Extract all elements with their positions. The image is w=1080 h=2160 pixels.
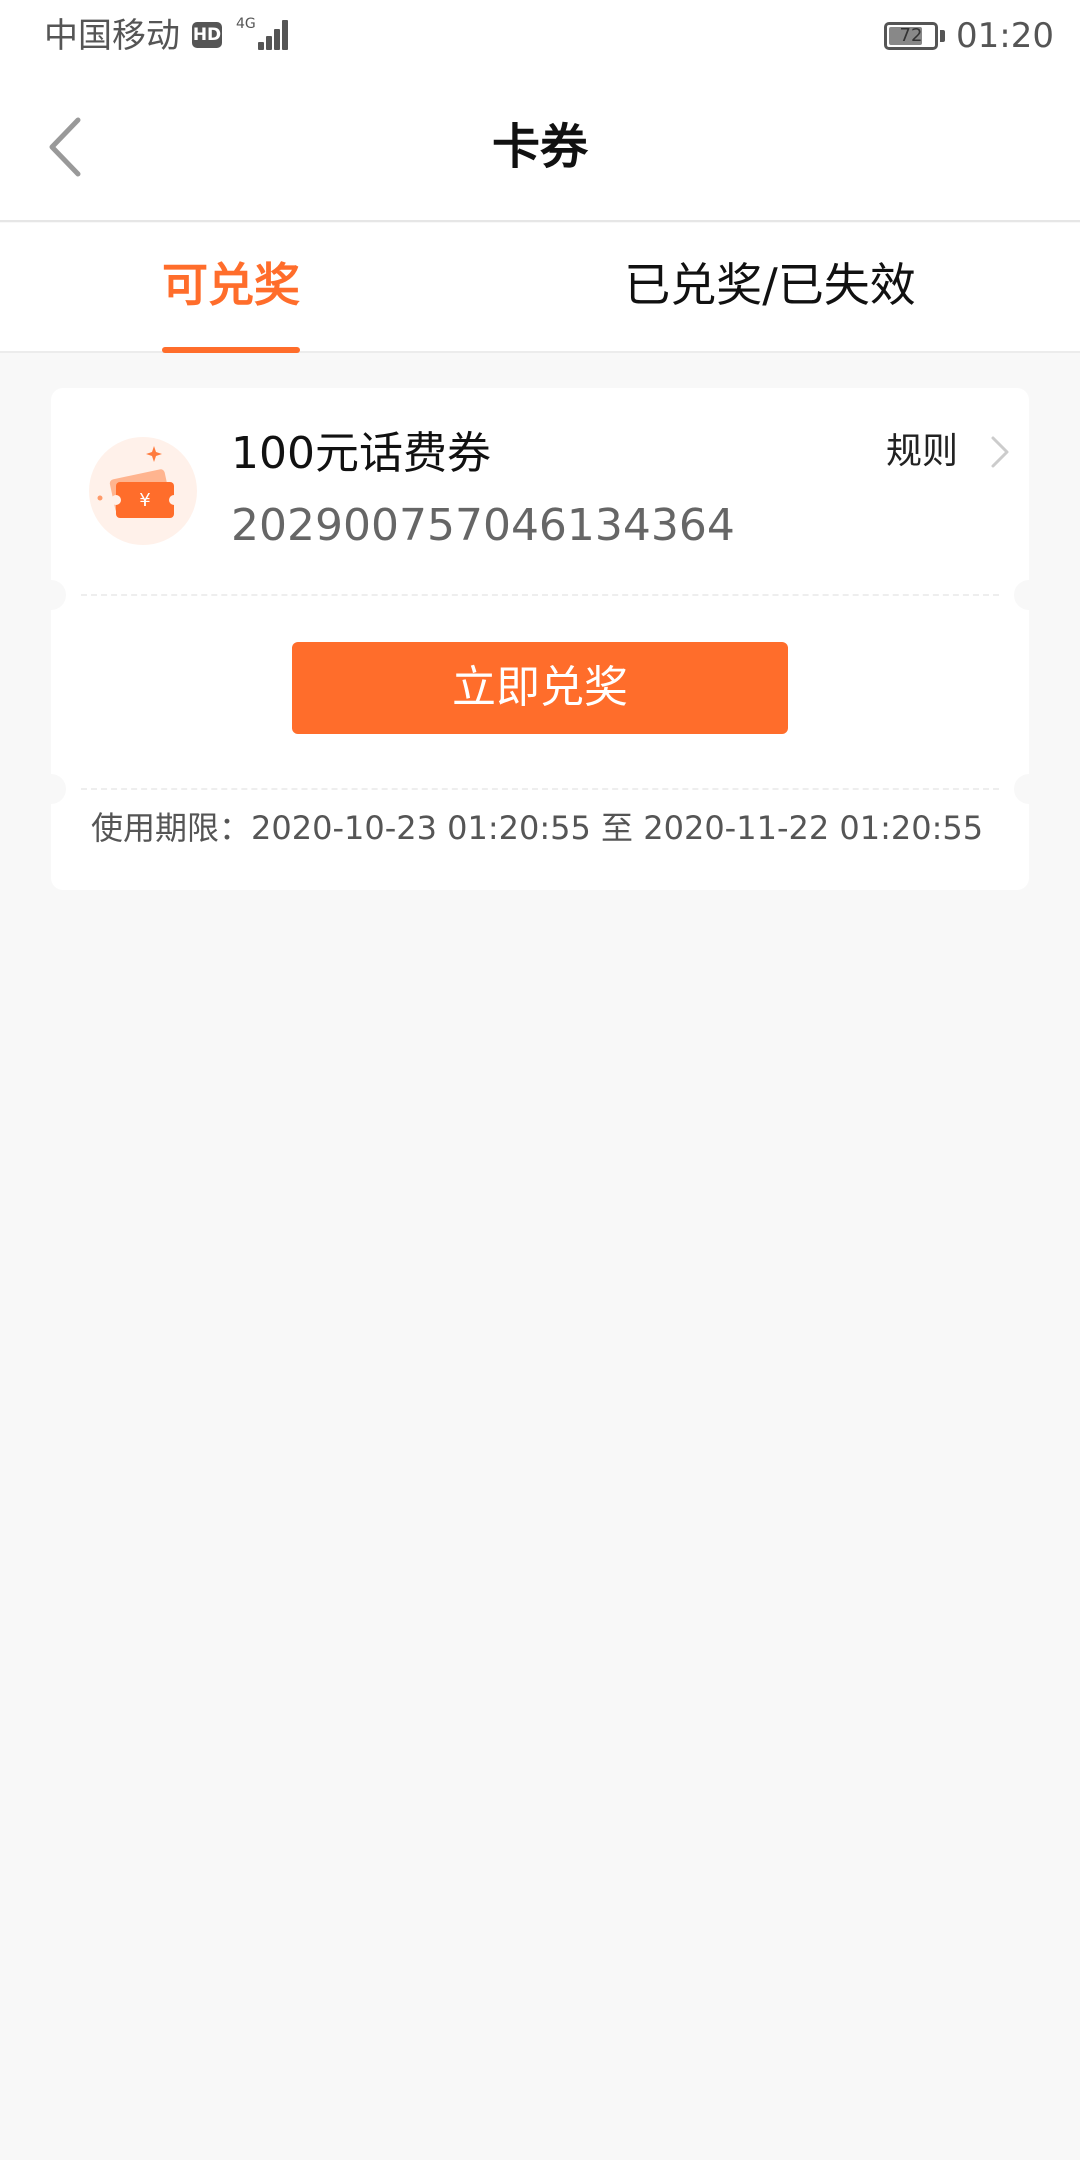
carrier-name: 中国移动 xyxy=(44,16,180,56)
nav-bar: 卡券 xyxy=(0,72,1080,222)
battery-icon: 72 xyxy=(884,22,938,50)
tab-active-indicator xyxy=(162,347,300,353)
rules-link[interactable]: 规则 xyxy=(886,424,1016,480)
coupon-card: ¥ 100元话费券 202900757046134364 规则 立即兑奖 使用期… xyxy=(36,388,1044,890)
page-title: 卡券 xyxy=(491,119,588,175)
chevron-right-icon xyxy=(991,436,1009,468)
chevron-left-icon xyxy=(49,117,81,177)
rules-label: 规则 xyxy=(886,431,959,472)
tab-redeemable[interactable]: 可兑奖 xyxy=(160,223,302,353)
divider xyxy=(81,594,999,596)
back-button[interactable] xyxy=(30,112,100,182)
validity-separator: 至 xyxy=(601,809,634,847)
network-type: 4G xyxy=(236,16,256,32)
coupon-icon-symbol: ¥ xyxy=(139,490,150,511)
divider xyxy=(81,788,999,790)
ticket-notch-right xyxy=(1014,580,1044,610)
status-bar: 中国移动 HD 4G 72 01:20 xyxy=(0,0,1080,72)
ticket-notch-right xyxy=(1014,774,1044,804)
validity-start: 2020-10-23 01:20:55 xyxy=(251,809,591,847)
redeem-now-button[interactable]: 立即兑奖 xyxy=(292,642,788,734)
validity-label: 使用期限： xyxy=(91,809,252,847)
signal-icon xyxy=(254,18,290,50)
battery-tip xyxy=(940,30,945,42)
tab-bar: 可兑奖 已兑奖/已失效 xyxy=(0,223,1080,353)
validity-end: 2020-11-22 01:20:55 xyxy=(643,809,984,847)
coupon-ticket-icon: ¥ xyxy=(88,436,198,546)
ticket-notch-left xyxy=(36,774,66,804)
tab-redeemed-expired[interactable]: 已兑奖/已失效 xyxy=(600,223,940,353)
battery-level: 72 xyxy=(899,25,923,46)
coupon-name: 100元话费券 xyxy=(231,428,491,479)
coupon-code: 202900757046134364 xyxy=(231,500,735,551)
ticket-notch-left xyxy=(36,580,66,610)
clock: 01:20 xyxy=(956,16,1054,56)
hd-badge: HD xyxy=(192,22,222,48)
validity-period: 使用期限：2020-10-23 01:20:55 至 2020-11-22 01… xyxy=(91,798,983,858)
